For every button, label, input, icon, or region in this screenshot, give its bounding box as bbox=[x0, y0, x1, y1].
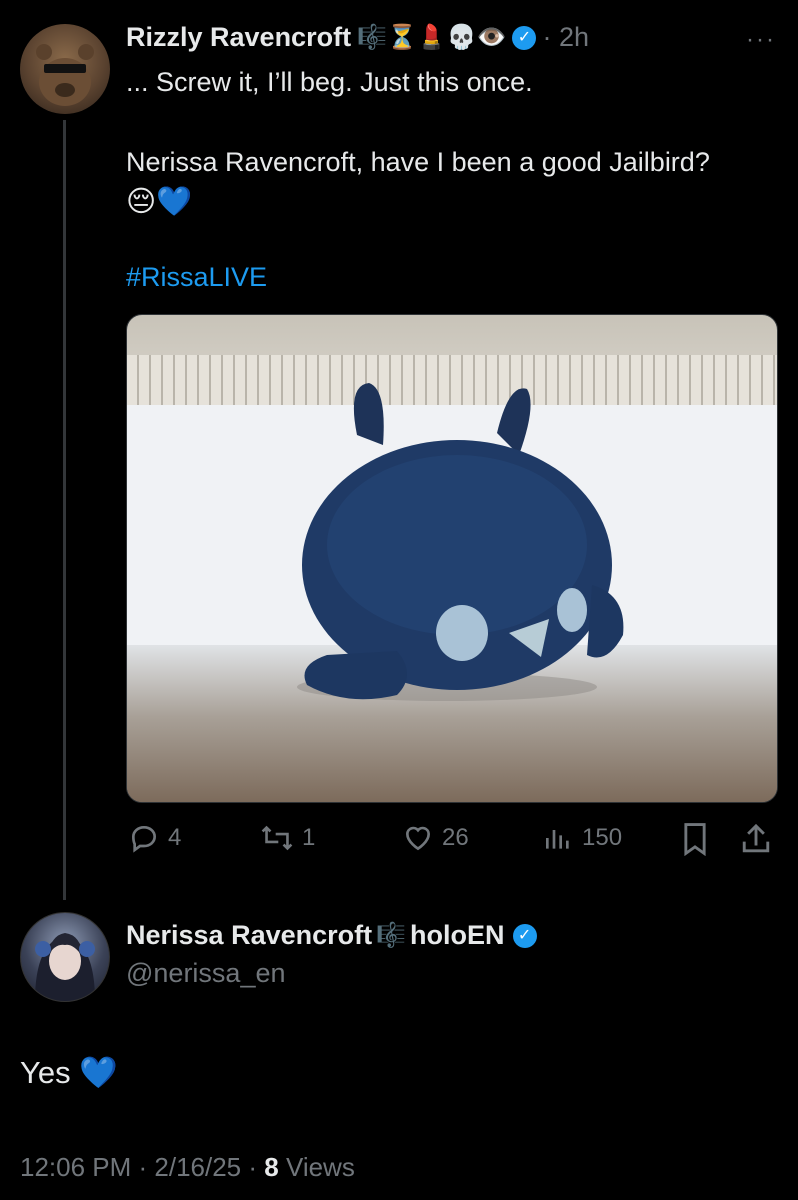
verified-icon: ✓ bbox=[512, 25, 537, 50]
tweet-media[interactable] bbox=[126, 314, 778, 803]
footer-timestamp[interactable]: 12:06 PM · 2/16/25 · bbox=[20, 1152, 264, 1182]
share-icon bbox=[742, 823, 770, 853]
reply-header: Nerissa Ravencroft 🎼 holoEN ✓ bbox=[126, 920, 537, 951]
repost-button[interactable]: 1 bbox=[260, 822, 315, 854]
reply-footer: 12:06 PM · 2/16/25 · 8 Views bbox=[20, 1152, 355, 1183]
author-name[interactable]: Rizzly Ravencroft bbox=[126, 22, 351, 53]
views-icon bbox=[546, 830, 569, 849]
reply-button[interactable]: 4 bbox=[128, 822, 181, 854]
reply-icon bbox=[131, 825, 157, 853]
verified-icon: ✓ bbox=[512, 923, 537, 948]
footer-views-label: Views bbox=[278, 1152, 355, 1182]
reply-author-emoji: 🎼 bbox=[376, 922, 407, 949]
plush-bird-image bbox=[297, 383, 624, 701]
reply-text: Yes 💙 bbox=[20, 1055, 118, 1090]
tweet-header: Rizzly Ravencroft 🎼⏳💄💀👁️ ✓ · 2h bbox=[126, 22, 589, 53]
views-button[interactable]: 150 bbox=[542, 822, 622, 854]
tweet-text-line1: ... Screw it, I’ll beg. Just this once. bbox=[126, 67, 533, 97]
reply-handle[interactable]: @nerissa_en bbox=[126, 958, 286, 989]
reply-author-name[interactable]: Nerissa Ravencroft bbox=[126, 920, 372, 951]
avatar-nerissa[interactable] bbox=[20, 912, 110, 1002]
bookmark-button[interactable] bbox=[680, 822, 710, 856]
tweet-emoji-line: 😔💙 bbox=[126, 186, 193, 218]
like-count: 26 bbox=[442, 824, 469, 851]
footer-views-count: 8 bbox=[264, 1152, 279, 1182]
more-options-button[interactable]: ··· bbox=[746, 26, 776, 54]
like-button[interactable]: 26 bbox=[402, 822, 469, 854]
views-count: 150 bbox=[582, 824, 623, 851]
bookmark-icon bbox=[684, 823, 706, 856]
author-emoji: 🎼⏳💄💀👁️ bbox=[357, 24, 507, 51]
hashtag-link[interactable]: #RissaLIVE bbox=[126, 262, 267, 293]
share-button[interactable] bbox=[740, 822, 772, 856]
reply-author-suffix[interactable]: holoEN bbox=[410, 920, 505, 951]
repost-icon bbox=[261, 825, 293, 851]
avatar-rizzly[interactable] bbox=[20, 24, 110, 114]
repost-count: 1 bbox=[302, 824, 316, 851]
like-icon bbox=[405, 826, 431, 851]
thread-line bbox=[63, 120, 66, 900]
tweet-time[interactable]: · 2h bbox=[542, 22, 589, 53]
reply-count: 4 bbox=[168, 824, 182, 851]
tweet-text-line2: Nerissa Ravencroft, have I been a good J… bbox=[126, 147, 710, 177]
